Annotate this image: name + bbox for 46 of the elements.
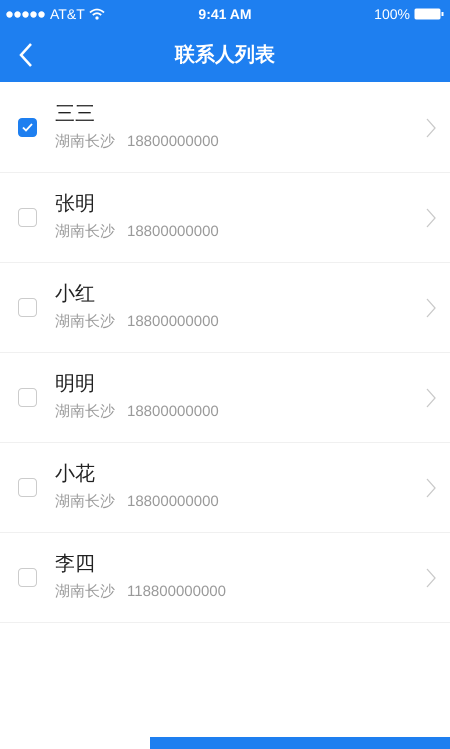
chevron-right-icon xyxy=(426,208,436,228)
contact-name: 李四 xyxy=(55,552,96,578)
contact-row[interactable]: 李四 湖南长沙 118800000000 xyxy=(0,533,450,623)
chevron-right-icon xyxy=(426,118,436,138)
contact-phone: 118800000000 xyxy=(127,582,226,602)
contact-location: 湖南长沙 xyxy=(55,402,115,422)
contact-name: 小红 xyxy=(55,282,96,308)
contact-location: 湖南长沙 xyxy=(55,582,115,602)
contact-name: 张明 xyxy=(55,192,96,218)
signal-icon xyxy=(6,10,46,18)
chevron-right-icon xyxy=(426,298,436,318)
checkbox[interactable] xyxy=(18,388,37,407)
checkbox[interactable] xyxy=(18,208,37,227)
back-icon xyxy=(19,42,33,68)
contact-location: 湖南长沙 xyxy=(55,222,115,242)
checkbox[interactable] xyxy=(18,568,37,587)
contact-name: 三三 xyxy=(55,102,96,128)
chevron-right-icon xyxy=(426,388,436,408)
checkbox[interactable] xyxy=(18,478,37,497)
contact-row[interactable]: 小花 湖南长沙 18800000000 xyxy=(0,443,450,533)
contact-row[interactable]: 张明 湖南长沙 18800000000 xyxy=(0,173,450,263)
battery-icon xyxy=(414,8,444,20)
contact-name: 明明 xyxy=(55,372,96,398)
status-time: 9:41 AM xyxy=(198,4,252,24)
contact-location: 湖南长沙 xyxy=(55,312,115,332)
checkbox[interactable] xyxy=(18,298,37,317)
contact-phone: 18800000000 xyxy=(127,312,219,332)
page-title: 联系人列表 xyxy=(175,43,275,68)
check-icon xyxy=(22,123,33,132)
wifi-icon xyxy=(88,8,105,20)
contact-name: 小花 xyxy=(55,462,96,488)
contact-phone: 18800000000 xyxy=(127,492,219,512)
chevron-right-icon xyxy=(426,568,436,588)
contact-row[interactable]: 小红 湖南长沙 18800000000 xyxy=(0,263,450,353)
contact-phone: 18800000000 xyxy=(127,222,219,242)
contact-row[interactable]: 明明 湖南长沙 18800000000 xyxy=(0,353,450,443)
contact-phone: 18800000000 xyxy=(127,132,219,152)
contact-row[interactable]: 三三 湖南长沙 18800000000 xyxy=(0,83,450,173)
battery-text: 100% xyxy=(374,4,410,24)
contact-location: 湖南长沙 xyxy=(55,492,115,512)
contact-location: 湖南长沙 xyxy=(55,132,115,152)
chevron-right-icon xyxy=(426,478,436,498)
contact-phone: 18800000000 xyxy=(127,402,219,422)
bottom-action-bar[interactable] xyxy=(150,737,450,749)
checkbox[interactable] xyxy=(18,118,37,137)
carrier-text: AT&T xyxy=(50,4,85,24)
